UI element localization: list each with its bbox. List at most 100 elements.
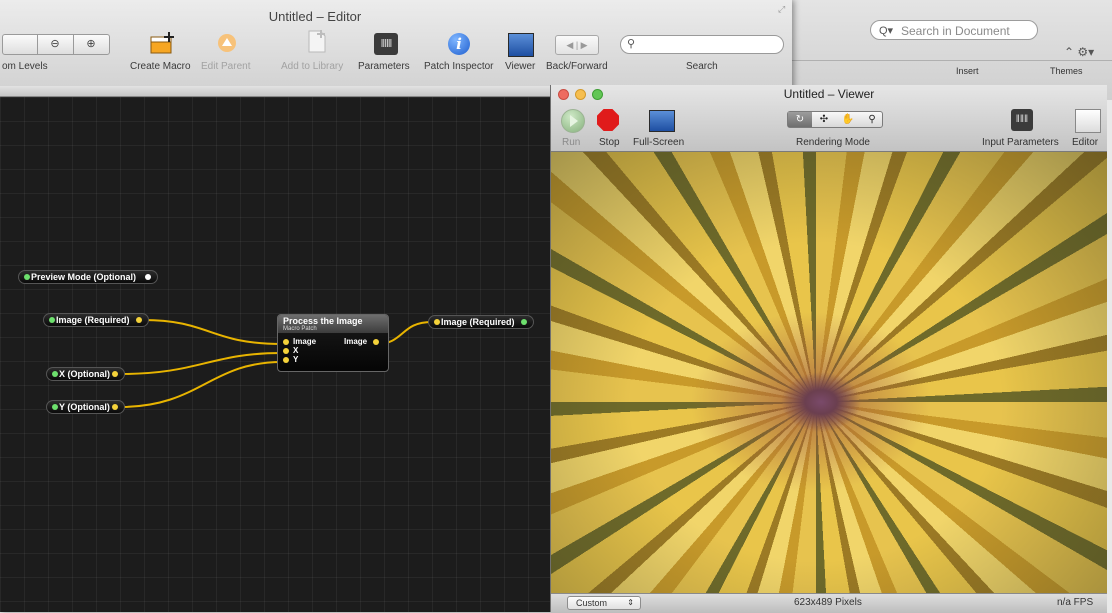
input-port-dot[interactable] [49,317,55,323]
preview-mode-node[interactable]: Preview Mode (Optional) [18,270,158,284]
image-output-label: Image [344,337,368,346]
zoom-levels-label: om Levels [2,61,48,72]
create-macro-button[interactable] [150,31,176,55]
parameters-icon[interactable]: ‖‖‖ [374,33,398,55]
viewer-toolbar: Untitled – Viewer Run Stop Full-Screen ↻… [551,85,1107,152]
render-vignette [551,152,1107,593]
process-image-macro-patch[interactable]: Process the Image Macro Patch Image X Y … [277,314,389,372]
input-parameters-icon[interactable]: ‖‖‖ [1011,109,1033,131]
full-screen-icon[interactable] [649,110,675,132]
back-arrow-icon[interactable]: ◀ [566,40,573,50]
patch-inspector-icon[interactable]: i [448,33,470,55]
create-macro-label: Create Macro [130,61,191,72]
editor-icon[interactable] [1075,109,1101,133]
zoom-out-icon[interactable]: ⊖ [38,35,72,54]
patch-inspector-label: Patch Inspector [424,61,494,72]
viewer-size-select[interactable]: Custom ⇕ [567,596,641,610]
wire-y [119,361,283,408]
edit-parent-icon[interactable] [218,34,236,52]
add-to-library-icon [308,30,326,53]
image-output-port[interactable] [373,339,379,345]
output-port-dot[interactable] [112,404,118,410]
search-label: Search [686,61,718,72]
image-required-out-label: Image (Required) [441,317,515,327]
preview-mode-label: Preview Mode (Optional) [31,272,137,282]
image-required-input-node[interactable]: Image (Required) [43,313,149,327]
rotate-mode-icon[interactable]: ↻ [788,112,812,127]
add-to-library-button[interactable] [306,28,328,54]
move-mode-icon[interactable]: ✣ [812,112,836,127]
output-port-dot[interactable] [521,319,527,325]
input-parameters-label: Input Parameters [982,137,1059,148]
rendered-image-canvas[interactable] [551,152,1107,593]
macro-title: Process the Image [283,316,363,326]
connection-wires [119,319,433,408]
divider [790,60,1112,61]
viewer-window-title: Untitled – Viewer [783,87,875,101]
viewer-label: Viewer [505,61,536,72]
run-icon[interactable] [561,109,585,133]
hand-mode-icon[interactable]: ✋ [836,112,860,127]
zoom-in-icon[interactable]: ⊕ [74,35,108,54]
editor-label: Editor [1072,137,1099,148]
y-optional-label: Y (Optional) [59,402,110,412]
y-input-label: Y [293,355,299,364]
input-port-dot[interactable] [52,371,58,377]
macro-header: Process the Image Macro Patch [278,315,388,333]
editor-toolbar: Untitled – Editor ⤢ ⊖ ⊕ om Levels Create… [0,0,792,87]
output-port-dot[interactable] [136,317,142,323]
chevron-up-icon[interactable]: ⌃ ⚙▾ [1064,45,1094,59]
editor-search-input[interactable]: ⚲ [620,35,784,54]
back-forward-control[interactable]: ◀ | ▶ [555,35,599,55]
parameters-label: Parameters [358,61,410,72]
add-to-library-label: Add to Library [281,61,344,72]
rendering-mode-control[interactable]: ↻ ✣ ✋ ⚲ [787,111,883,128]
input-port-dot[interactable] [52,404,58,410]
select-arrows-icon: ⇕ [627,598,634,607]
input-port-dot[interactable] [434,319,440,325]
zoom-reset-segment[interactable] [3,35,37,54]
document-search-placeholder: Search in Document [901,24,1010,38]
image-required-output-node[interactable]: Image (Required) [428,315,534,329]
search-icon: Q▾ [879,25,894,37]
viewer-size-value: Custom [576,598,608,608]
patch-editor-canvas[interactable]: Preview Mode (Optional) Image (Required)… [0,97,550,612]
viewer-icon[interactable] [508,33,534,57]
background-tab-row: Insert Themes [896,66,1112,80]
document-search-field[interactable]: Q▾ Search in Document [870,20,1038,40]
rendering-mode-label: Rendering Mode [796,137,870,148]
viewer-window: Untitled – Viewer Run Stop Full-Screen ↻… [550,85,1107,613]
search-icon: ⚲ [627,38,636,50]
tab-insert[interactable]: Insert [956,66,979,76]
x-input-port[interactable] [283,348,289,354]
edit-parent-label: Edit Parent [201,61,251,72]
forward-arrow-icon[interactable]: ▶ [581,40,588,50]
image-input-label: Image [293,337,317,346]
zoom-levels-control[interactable]: ⊖ ⊕ [2,34,110,55]
x-optional-node[interactable]: X (Optional) [46,367,125,381]
create-macro-icon [150,32,174,54]
editor-window-title: Untitled – Editor [268,9,362,24]
image-required-label: Image (Required) [56,315,130,325]
macro-subtitle: Macro Patch [283,326,317,332]
x-optional-label: X (Optional) [59,369,110,379]
viewer-status-bar: Custom ⇕ 623x489 Pixels n/a FPS [551,593,1107,613]
y-input-port[interactable] [283,357,289,363]
stop-icon[interactable] [597,109,619,131]
zoom-mode-icon[interactable]: ⚲ [860,112,884,127]
fullscreen-corner-icon[interactable]: ⤢ [778,4,788,14]
output-port-dot[interactable] [145,274,151,280]
output-port-dot[interactable] [24,274,30,280]
x-input-label: X [293,346,299,355]
stop-label: Stop [599,137,620,148]
fps-readout: n/a FPS [1057,597,1094,608]
image-input-port[interactable] [283,339,289,345]
output-port-dot[interactable] [112,371,118,377]
full-screen-label: Full-Screen [633,137,685,148]
y-optional-node[interactable]: Y (Optional) [46,400,125,414]
tab-themes[interactable]: Themes [1050,66,1083,76]
wire-image-in [142,319,283,345]
back-forward-label: Back/Forward [546,61,608,72]
run-label: Run [562,137,581,148]
pixel-size-readout: 623x489 Pixels [794,597,862,608]
